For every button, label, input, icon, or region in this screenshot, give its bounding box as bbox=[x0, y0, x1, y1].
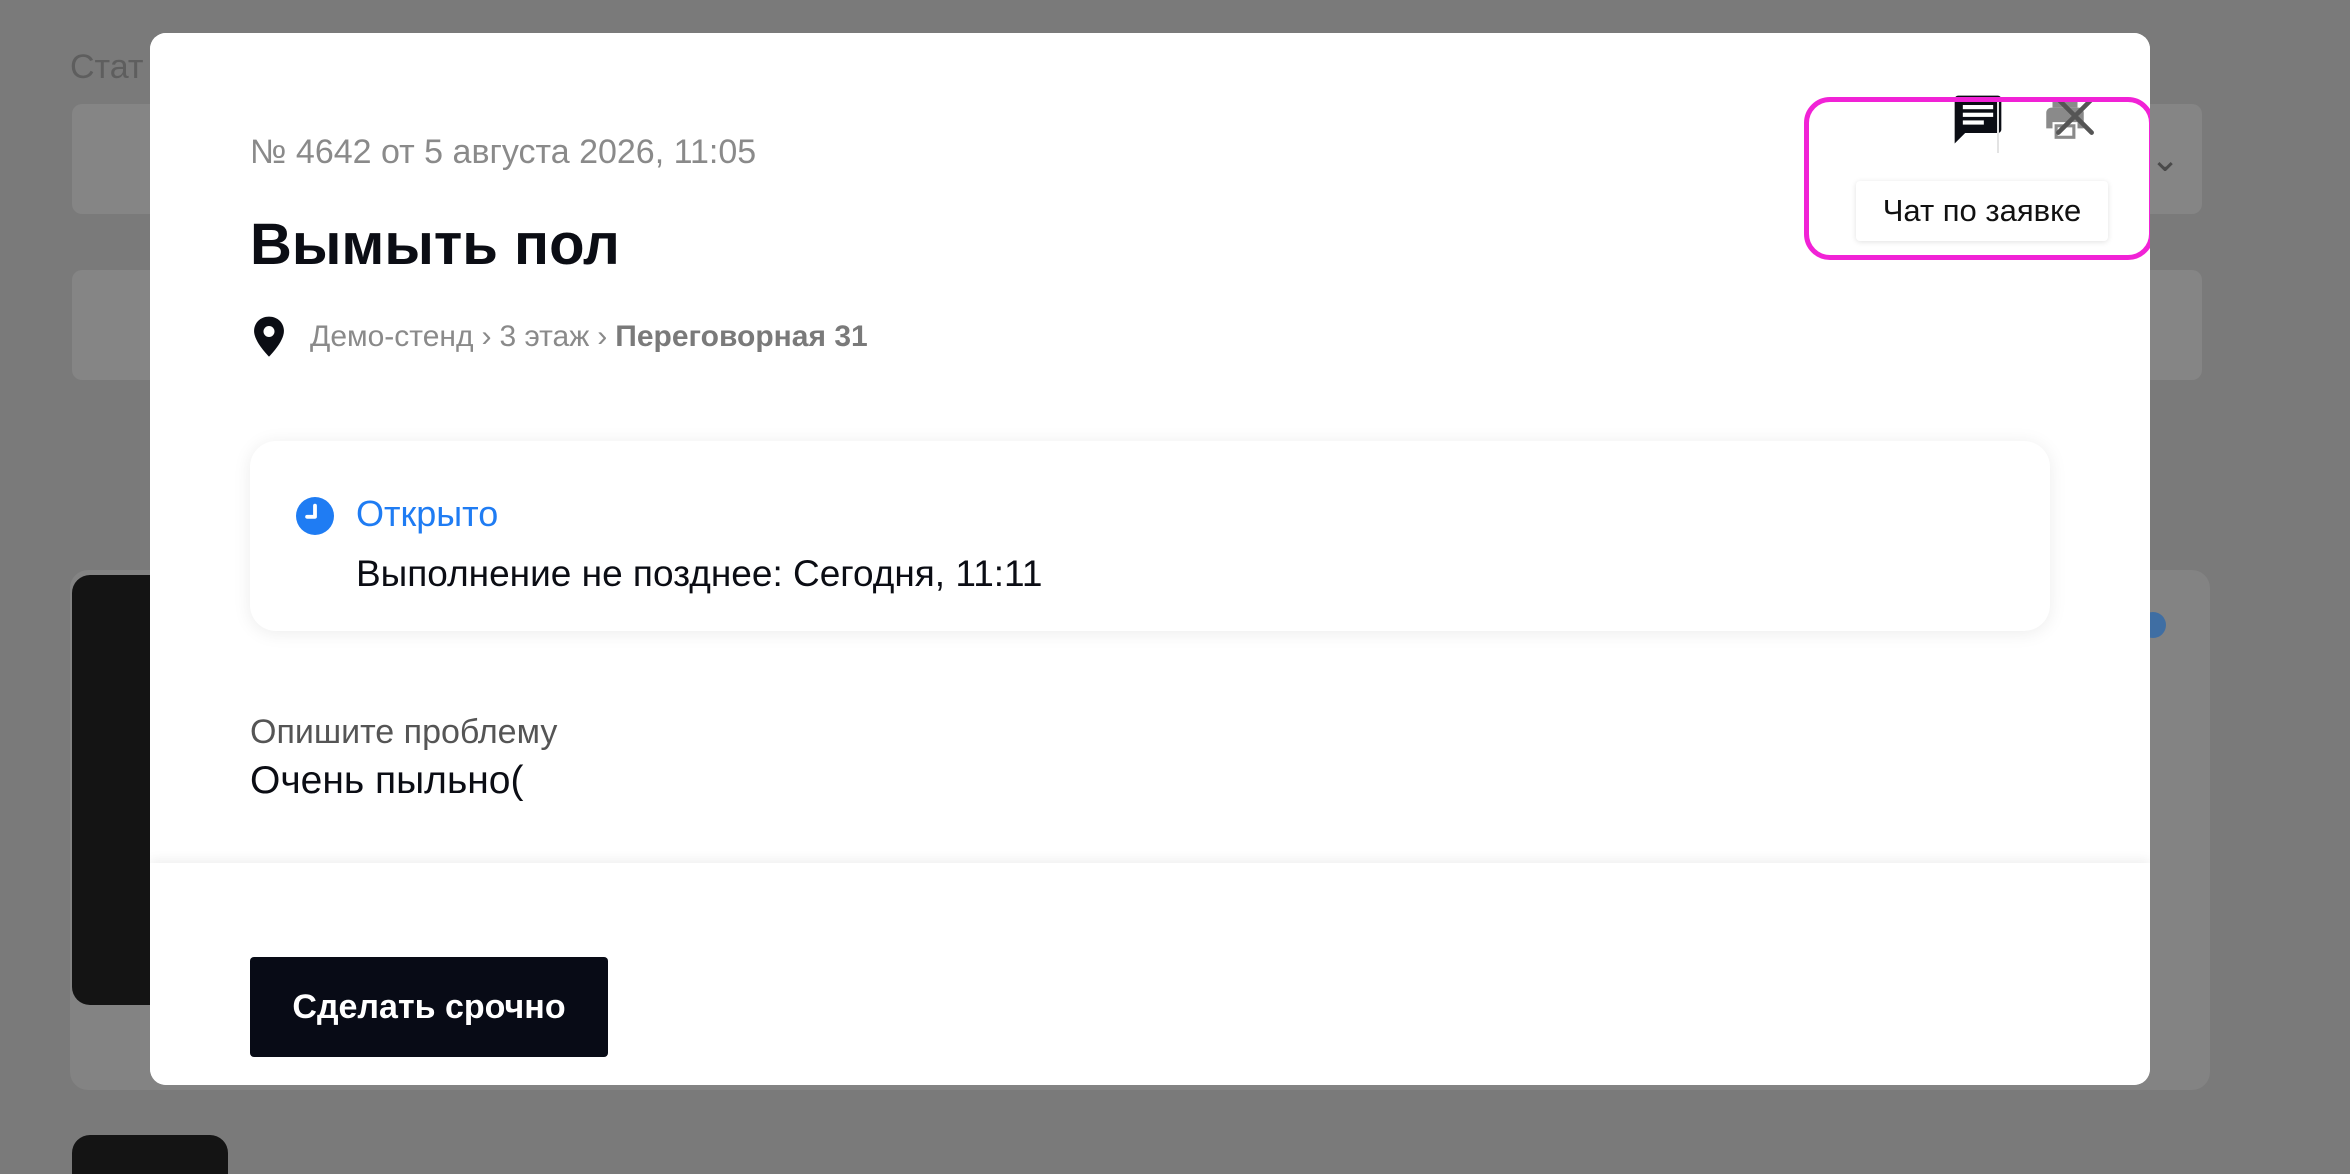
description-value: Очень пыльно( bbox=[250, 759, 524, 802]
close-icon[interactable] bbox=[2050, 91, 2100, 141]
location-pin-icon bbox=[254, 316, 284, 357]
request-location: Демо-стенд › 3 этаж › Переговорная 31 bbox=[250, 315, 868, 359]
request-modal: № 4642 от 5 августа 2026, 11:05 Вымыть п… bbox=[150, 33, 2150, 1085]
status-label: Открыто bbox=[356, 493, 499, 534]
location-room: Переговорная 31 bbox=[615, 320, 868, 353]
status-card: Открыто Выполнение не позднее: Сегодня, … bbox=[250, 441, 2050, 631]
request-number-date: № 4642 от 5 августа 2026, 11:05 bbox=[250, 133, 757, 171]
location-floor: 3 этаж bbox=[499, 320, 590, 353]
location-separator: › bbox=[597, 320, 608, 353]
background-card bbox=[72, 1135, 228, 1174]
modal-body: № 4642 от 5 августа 2026, 11:05 Вымыть п… bbox=[150, 33, 2150, 863]
location-separator: › bbox=[481, 320, 492, 353]
modal-footer: Сделать срочно bbox=[150, 863, 2150, 1085]
chat-tooltip: Чат по заявке bbox=[1856, 181, 2108, 241]
background-chevron-icon: ⌄ bbox=[2150, 138, 2181, 179]
description-label: Опишите проблему bbox=[250, 713, 558, 751]
clock-icon bbox=[296, 497, 334, 535]
background-label: Стат bbox=[70, 48, 144, 86]
status-deadline: Выполнение не позднее: Сегодня, 11:11 bbox=[356, 553, 1043, 594]
make-urgent-button[interactable]: Сделать срочно bbox=[250, 957, 608, 1057]
request-title: Вымыть пол bbox=[250, 212, 620, 277]
location-building: Демо-стенд bbox=[310, 320, 474, 353]
toolbar-divider bbox=[1997, 97, 1999, 153]
